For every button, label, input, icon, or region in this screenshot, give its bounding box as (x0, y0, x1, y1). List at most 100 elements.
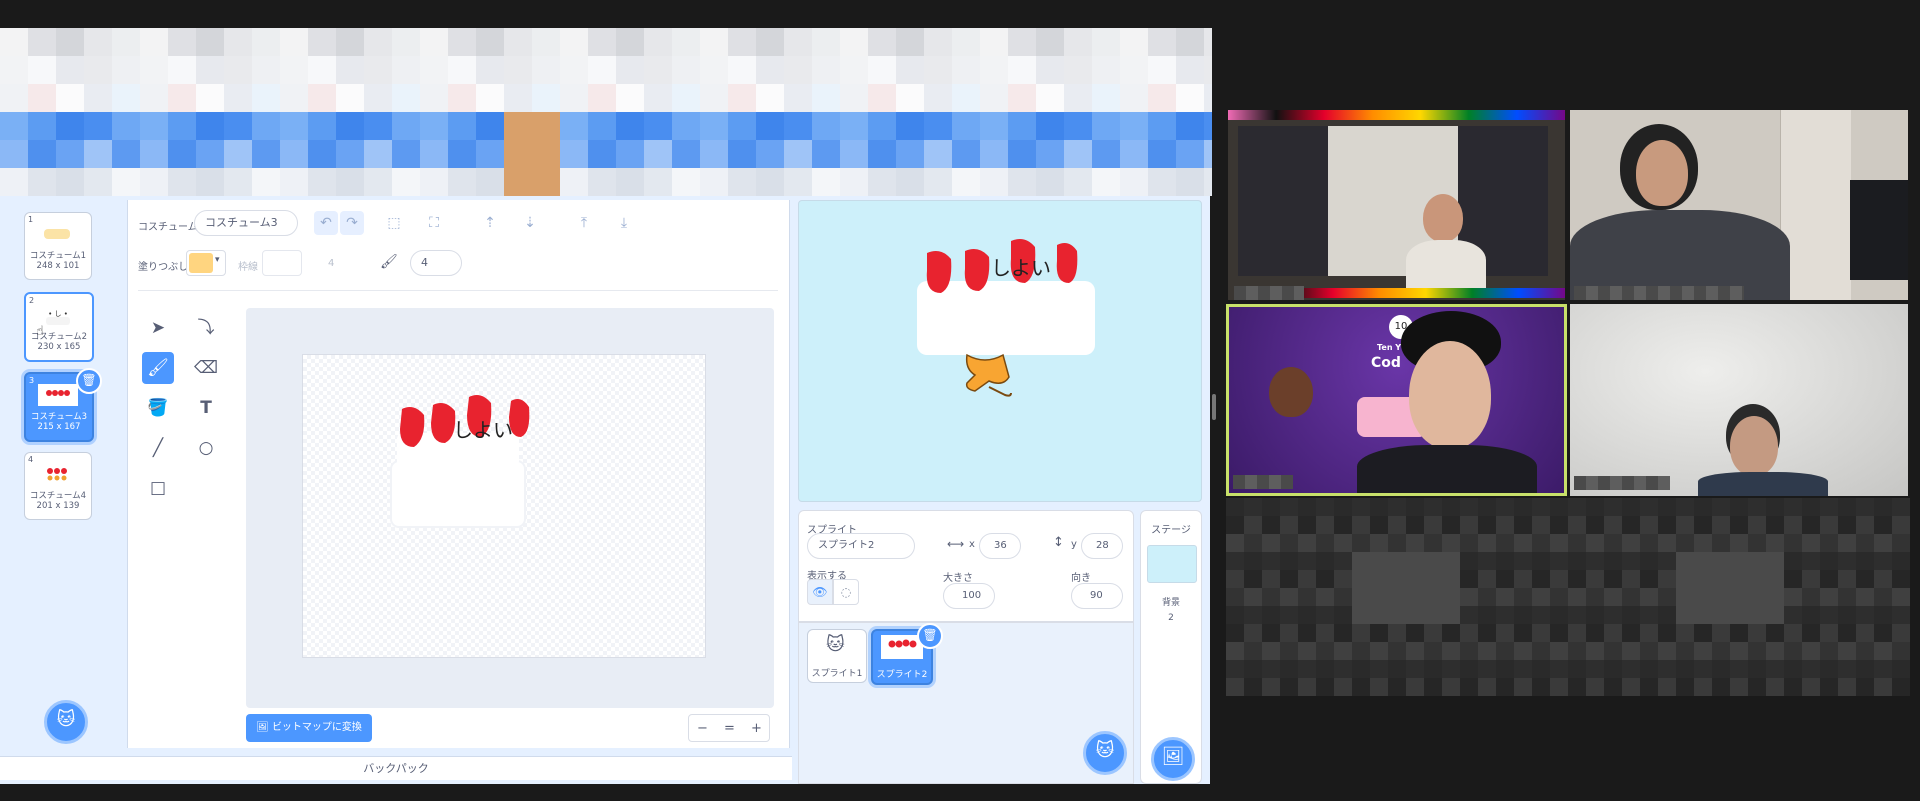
blur-pixel (1640, 642, 1658, 660)
hide-eye-icon[interactable]: ◌ (833, 579, 859, 605)
brush-size-icon: 🖌 (380, 254, 398, 270)
paint-canvas[interactable]: しよい (302, 354, 706, 658)
video-tile-1[interactable] (1228, 110, 1565, 300)
blur-pixel (1280, 588, 1298, 606)
blur-pixel (1658, 642, 1676, 660)
chrome-pixel (0, 140, 28, 168)
blur-pixel (1802, 606, 1820, 624)
video-tile-4[interactable] (1570, 304, 1908, 496)
video-tile-2[interactable] (1570, 110, 1908, 300)
chrome-pixel (840, 56, 868, 84)
redo-icon[interactable]: ↷ (340, 211, 364, 235)
size-input[interactable]: 100 (943, 583, 995, 609)
eraser-tool-icon[interactable]: ⌫ (190, 352, 222, 384)
circle-tool-icon[interactable]: ○ (190, 432, 222, 464)
fill-color-picker[interactable]: ▾ (186, 250, 226, 276)
rectangle-tool-icon[interactable]: □ (142, 472, 174, 504)
blur-pixel (1226, 498, 1244, 516)
chrome-pixel (1064, 112, 1092, 140)
back-icon[interactable]: ⤓ (612, 211, 636, 235)
blur-pixel (1244, 606, 1262, 624)
chrome-pixel (336, 168, 364, 196)
delete-sprite-trash-icon[interactable]: 🗑 (917, 623, 943, 649)
select-tool-arrow-icon[interactable]: ➤ (142, 312, 174, 344)
sprite-name-input[interactable]: スプライト2 (807, 533, 915, 559)
blur-pixel (1388, 516, 1406, 534)
choose-backdrop-icon[interactable]: 🖼 (1151, 737, 1195, 781)
chrome-pixel (896, 28, 924, 56)
stage-thumbnail[interactable] (1147, 545, 1197, 583)
blur-pixel (1712, 642, 1730, 660)
y-position-input[interactable]: 28 (1081, 533, 1123, 559)
choose-sprite-cat-icon[interactable]: 🐱 (1083, 731, 1127, 775)
backpack-bar[interactable]: バックパック (0, 756, 792, 780)
front-icon[interactable]: ⤒ (572, 211, 596, 235)
costume-item-3[interactable]: 3 コスチューム3 215 x 167 🗑 (24, 368, 102, 442)
convert-to-bitmap-button[interactable]: 🖼 ビットマップに変換 (246, 714, 372, 742)
chrome-pixel (1176, 84, 1204, 112)
blur-pixel (1838, 516, 1856, 534)
brush-size-input[interactable]: 4 (410, 250, 462, 276)
zoom-out-icon[interactable]: − (689, 715, 716, 743)
chrome-pixel (672, 140, 700, 168)
blur-pixel (1406, 498, 1424, 516)
sprite-tile-1[interactable]: 🐱 スプライト1 (807, 629, 867, 683)
chrome-pixel (1064, 140, 1092, 168)
svg-text:• し •: • し • (48, 310, 68, 318)
chrome-pixel (588, 56, 616, 84)
undo-icon[interactable]: ↶ (314, 211, 338, 235)
text-tool-icon[interactable]: T (190, 392, 222, 424)
outline-color-picker[interactable] (262, 250, 302, 276)
costume-item-1[interactable]: 1 コスチューム1 248 x 101 (24, 212, 92, 280)
choose-costume-cat-icon[interactable]: 🐱 (44, 700, 88, 744)
blur-pixel (1532, 534, 1550, 552)
chrome-pixel (1120, 84, 1148, 112)
zoom-reset-icon[interactable]: = (716, 715, 743, 743)
blur-pixel (1892, 678, 1910, 696)
blur-pixel (1262, 534, 1280, 552)
chrome-pixel (476, 140, 504, 168)
x-position-input[interactable]: 36 (979, 533, 1021, 559)
chrome-pixel (364, 168, 392, 196)
chrome-pixel (896, 140, 924, 168)
blur-pixel (1748, 516, 1766, 534)
blur-pixel (1730, 624, 1748, 642)
group-icon[interactable]: ⬚ (382, 211, 406, 235)
fill-tool-bucket-icon[interactable]: 🪣 (142, 392, 174, 424)
reshape-tool-icon[interactable]: ⤵ (190, 312, 222, 344)
costume-item-4[interactable]: 4 コスチューム4 201 x 139 (24, 452, 92, 520)
blur-pixel (1442, 588, 1460, 606)
participant-name-blurred (1233, 475, 1293, 489)
chrome-pixel (1148, 84, 1176, 112)
overlay-text-line-2: Cod (1371, 355, 1401, 371)
blur-pixel (1514, 570, 1532, 588)
forward-icon[interactable]: ⇡ (478, 211, 502, 235)
chrome-pixel (980, 112, 1008, 140)
sprite-tile-2[interactable]: スプライト2 🗑 (871, 623, 943, 685)
costume-name-input[interactable]: コスチューム3 (194, 210, 298, 236)
chrome-pixel (840, 84, 868, 112)
chrome-pixel (1036, 56, 1064, 84)
blur-pixel (1370, 516, 1388, 534)
chrome-pixel (588, 28, 616, 56)
stage[interactable]: しよい (798, 200, 1202, 502)
blur-pixel (1874, 660, 1892, 678)
blur-pixel (1424, 498, 1442, 516)
backward-icon[interactable]: ⇣ (518, 211, 542, 235)
chrome-pixel (392, 56, 420, 84)
direction-input[interactable]: 90 (1071, 583, 1123, 609)
costume-item-2[interactable]: 2 • し • コスチューム2 230 x 165 ☝ (24, 292, 94, 362)
chrome-pixel (980, 168, 1008, 196)
brush-tool-icon[interactable]: 🖌 (142, 352, 174, 384)
zoom-in-icon[interactable]: + (743, 715, 770, 743)
line-tool-icon[interactable]: ╱ (142, 432, 174, 464)
chrome-pixel (756, 84, 784, 112)
blur-pixel (1550, 678, 1568, 696)
delete-costume-trash-icon[interactable]: 🗑 (76, 368, 102, 394)
video-tile-3-active-speaker[interactable]: 10 Ten Y Cod (1226, 304, 1567, 496)
blur-pixel (1496, 606, 1514, 624)
ungroup-icon[interactable]: ⛶ (422, 211, 446, 235)
show-eye-icon[interactable]: 👁 (807, 579, 833, 605)
blur-pixel (1370, 642, 1388, 660)
panel-resize-handle[interactable] (1212, 394, 1216, 420)
